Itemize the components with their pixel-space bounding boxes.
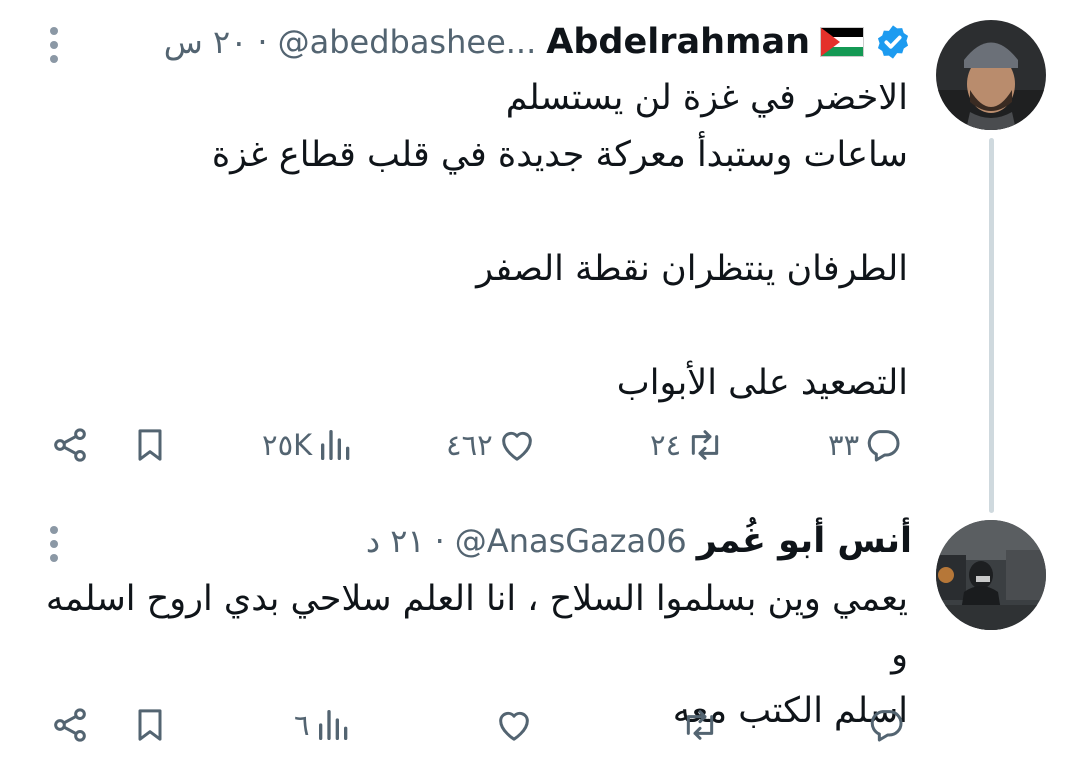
views-button[interactable]: ٦ (294, 695, 354, 755)
user-handle[interactable]: @AnasGaza06 (455, 522, 687, 560)
retweet-button[interactable]: ٢٤ (650, 415, 725, 475)
bookmark-icon (138, 709, 162, 741)
views-button[interactable]: ٢٥K (262, 415, 356, 475)
retweet-button[interactable] (680, 695, 720, 755)
tweet-header: أنس أبو غُمر @AnasGaza06 · ٢١ د (40, 517, 912, 565)
retweets-count: ٢٤ (650, 428, 682, 462)
display-name[interactable]: أنس أبو غُمر (697, 521, 912, 561)
user-handle[interactable]: @abedbashee... (278, 23, 537, 61)
tweet-header: Abdelrahman @abedbashee... · ٢٠ س (40, 18, 912, 66)
separator-dot: · (257, 23, 268, 61)
reply-button[interactable] (866, 695, 906, 755)
like-button[interactable] (494, 695, 534, 755)
tweet-1[interactable]: Abdelrahman @abedbashee... · ٢٠ س الاخضر… (0, 0, 1080, 513)
bookmark-icon (138, 429, 162, 461)
tweet-actions: ٦ (0, 695, 1080, 755)
tweet-line: يعمي وين بسلموا السلاح ، انا العلم سلاحي… (45, 579, 908, 675)
retweet-icon (686, 710, 714, 740)
views-count: ٦ (294, 708, 310, 742)
reply-icon (870, 710, 903, 742)
timestamp[interactable]: ٢٠ س (164, 23, 248, 61)
bookmark-button[interactable] (130, 415, 170, 475)
reply-icon (867, 430, 900, 462)
avatar[interactable] (936, 20, 1046, 130)
tweet-line: الطرفان ينتظران نقطة الصفر (476, 249, 908, 289)
tweet-line: ساعات وستبدأ معركة جديدة في قلب قطاع غزة (211, 135, 908, 175)
views-icon (321, 430, 350, 460)
more-options-icon[interactable] (42, 523, 66, 563)
share-icon (54, 428, 86, 462)
tweet-line: الاخضر في غزة لن يستسلم (505, 78, 908, 118)
tweet-text: الاخضر في غزة لن يستسلم ساعات وستبدأ معر… (40, 70, 908, 412)
heart-icon (501, 431, 532, 461)
replies-count: ٣٣ (828, 428, 860, 462)
share-button[interactable] (50, 695, 90, 755)
like-button[interactable]: ٤٦٢ (446, 415, 537, 475)
heart-icon (499, 711, 529, 741)
tweet-2[interactable]: أنس أبو غُمر @AnasGaza06 · ٢١ د يعمي وين… (0, 495, 1080, 763)
views-icon (318, 710, 347, 740)
retweet-icon (691, 430, 719, 460)
timestamp[interactable]: ٢١ د (366, 522, 425, 560)
reply-button[interactable]: ٣٣ (828, 415, 903, 475)
avatar[interactable] (936, 520, 1046, 630)
more-options-icon[interactable] (42, 24, 66, 64)
separator-dot: · (434, 522, 445, 560)
tweet-line (40, 298, 908, 355)
bookmark-button[interactable] (130, 695, 170, 755)
verified-badge-icon (874, 23, 912, 61)
share-icon (54, 708, 86, 742)
tweet-line (40, 184, 908, 241)
likes-count: ٤٦٢ (446, 428, 493, 462)
display-name[interactable]: Abdelrahman (546, 22, 810, 62)
share-button[interactable] (50, 415, 90, 475)
palestine-flag-icon (820, 27, 864, 57)
views-count: ٢٥K (262, 428, 313, 462)
tweet-line: التصعيد على الأبواب (616, 363, 908, 403)
tweet-actions: ٢٥K ٤٦٢ ٢٤ ٣٣ (0, 415, 1080, 475)
